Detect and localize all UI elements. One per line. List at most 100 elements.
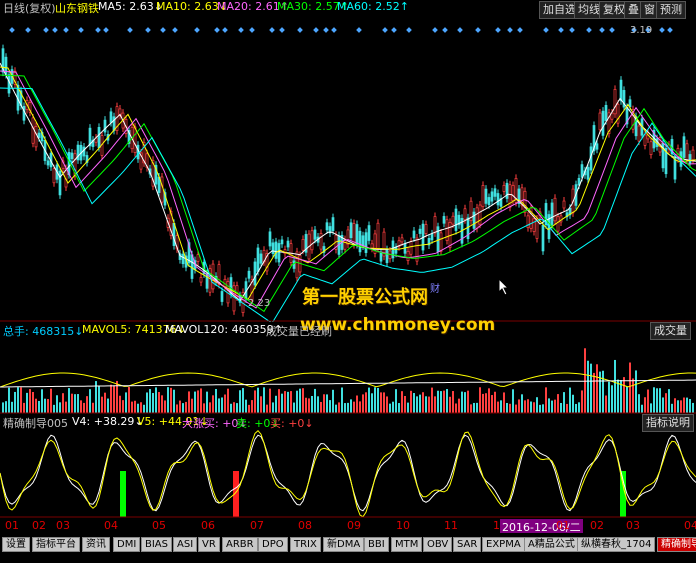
volume-bar [20, 387, 22, 413]
tab-obv[interactable]: OBV [423, 537, 453, 552]
volume-bar [320, 401, 322, 413]
volume-bar [398, 403, 400, 413]
candle-body [181, 253, 185, 265]
candle-body [196, 254, 200, 262]
low-price-marker: 2.23 [248, 298, 271, 309]
signal-diamond [432, 27, 438, 33]
volume-bar [551, 400, 553, 413]
volume-bar [689, 399, 691, 413]
signal-diamond [222, 27, 228, 33]
volume-bar [92, 402, 94, 413]
candle-body [430, 233, 434, 241]
finance-marker[interactable]: 财 [430, 280, 440, 295]
tab-dpo[interactable]: DPO [258, 537, 288, 552]
volume-bar [563, 392, 565, 413]
volume-bar [596, 364, 598, 413]
volume-bar [461, 391, 463, 413]
tab-a-premium[interactable]: A精品公式 [524, 537, 579, 552]
volume-bar [29, 389, 31, 413]
volume-bar [524, 400, 526, 413]
candle-body [400, 237, 404, 243]
volume-bar [527, 399, 529, 413]
volume-bar [590, 363, 592, 413]
candle-body [310, 230, 314, 251]
tab-precision[interactable]: 精确制导 [657, 537, 696, 552]
volume-bar [311, 395, 313, 413]
tab-sar[interactable]: SAR [453, 537, 482, 552]
candle-body [268, 231, 272, 247]
candle-body [424, 224, 428, 234]
tab-arbr[interactable]: ARBR [222, 537, 258, 552]
volume-bar [110, 384, 112, 413]
volume-bar [113, 385, 115, 413]
volume-bar [425, 396, 427, 413]
candle-body [280, 239, 284, 245]
volume-bar [164, 400, 166, 413]
tab-vr[interactable]: VR [198, 537, 220, 552]
tab-settings[interactable]: 设置 [2, 537, 30, 552]
tab-dmi[interactable]: DMI [113, 537, 141, 552]
indicator-header: 精确制导005 V4: +38.29↓ V5: +44.91↓ 大涨买: +0↓… [0, 414, 696, 432]
volume-bar [365, 392, 367, 413]
tab-new-dma[interactable]: 新DMA [323, 537, 365, 552]
signal-diamond [323, 27, 329, 33]
candle-body [208, 268, 212, 293]
month-label: 03 [626, 519, 640, 532]
tab-asi[interactable]: ASI [173, 537, 198, 552]
indicator-chart[interactable] [0, 429, 696, 518]
volume-bar [77, 394, 79, 413]
volume-bar [344, 403, 346, 413]
volume-bar [518, 399, 520, 413]
tab-bbi[interactable]: BBI [364, 537, 389, 552]
month-label: 11 [444, 519, 458, 532]
tab-trix[interactable]: TRIX [290, 537, 321, 552]
candle-body [190, 254, 194, 279]
signal-diamond [475, 27, 481, 33]
volume-bar [146, 392, 148, 413]
tab-zongheng[interactable]: 纵横春秋_1704 [577, 537, 656, 552]
tab-indicator-platform[interactable]: 指标平台 [32, 537, 80, 552]
volume-bar [71, 393, 73, 413]
volume-bar [443, 390, 445, 413]
tab-news[interactable]: 资讯 [82, 537, 110, 552]
volume-bar [284, 391, 286, 413]
forecast-button[interactable]: 预测 [656, 1, 686, 19]
candle-body [580, 164, 584, 178]
tab-expma[interactable]: EXPMA [482, 537, 525, 552]
candle-body [475, 207, 479, 229]
candle-body [313, 229, 317, 240]
ma-line [0, 74, 696, 313]
volume-bar [473, 402, 475, 413]
candle-body [70, 152, 74, 160]
candle-body [361, 235, 365, 247]
volume-chart[interactable] [0, 337, 696, 414]
volume-bar [185, 401, 187, 413]
volume-bar [437, 390, 439, 413]
month-label: 02 [590, 519, 604, 532]
volume-bar [569, 387, 571, 413]
volume-bar [407, 402, 409, 413]
candle-body [256, 247, 260, 272]
chart-period-title[interactable]: 日线(复权) [3, 0, 56, 16]
volume-bar [446, 389, 448, 413]
volume-bar [521, 394, 523, 413]
volume-bar [476, 402, 478, 413]
candle-body [358, 230, 362, 253]
tab-bias[interactable]: BIAS [141, 537, 172, 552]
volume-bar [128, 386, 130, 413]
volume-bar [479, 387, 481, 413]
candle-body [562, 200, 566, 209]
volume-bar [317, 396, 319, 413]
volume-bar [677, 400, 679, 413]
volume-bar [434, 396, 436, 413]
candle-body [556, 216, 560, 232]
signal-diamond [495, 27, 501, 33]
price-chart[interactable] [0, 18, 696, 322]
volume-bar [122, 400, 124, 413]
signal-diamond [356, 27, 362, 33]
candle-body [259, 253, 263, 264]
volume-bar [260, 396, 262, 413]
tab-mtm[interactable]: MTM [391, 537, 423, 552]
signal-diamond [25, 27, 31, 33]
month-label: 01 [5, 519, 19, 532]
